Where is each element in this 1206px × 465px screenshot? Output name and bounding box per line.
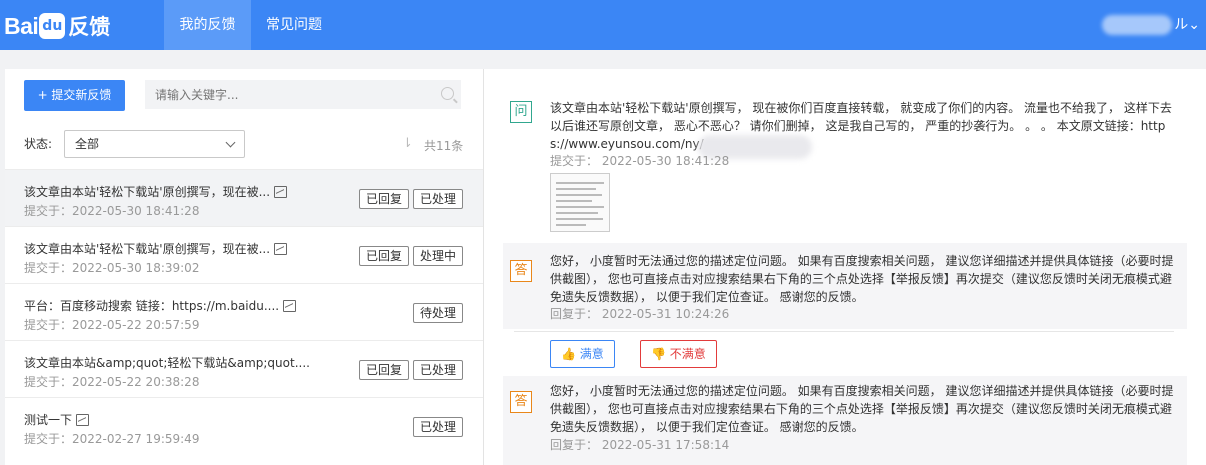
tab-my-feedback[interactable]: 我的反馈 (164, 0, 251, 50)
logo-text: Bai (4, 12, 39, 39)
image-icon (76, 414, 90, 426)
paw-icon: du (39, 13, 66, 39)
status-badge: 已处理 (412, 360, 463, 380)
list-item[interactable]: 该文章由本站'轻松下载站'原创撰写，现在被... 提交于：2022-05-30 … (5, 226, 483, 283)
answer-text: 您好， 小度暂时无法通过您的描述定位问题。 如果有百度搜索相关问题， 建议您详细… (550, 384, 1174, 434)
logo-suffix: 反馈 (68, 15, 111, 39)
top-navigation-bar: Bai du 反馈 我的反馈 常见问题 ル⌄ (0, 0, 1206, 50)
item-date: 提交于：2022-05-22 20:38:28 (24, 375, 200, 389)
feedback-list: 该文章由本站'轻松下载站'原创撰写，现在被... 提交于：2022-05-30 … (5, 169, 483, 454)
chevron-down-icon: ⌄ (1188, 17, 1200, 33)
status-badge: 已回复 (358, 360, 409, 380)
item-title: 该文章由本站'轻松下载站'原创撰写，现在被... (24, 242, 271, 256)
list-item[interactable]: 测试一下 提交于：2022-02-27 19:59:49 已处理 (5, 397, 483, 454)
question-text: 该文章由本站'轻松下载站'原创撰写， 现在被你们百度直接转载， 就变成了你们的内… (550, 101, 1172, 151)
answer-date: 回复于： 2022-05-31 10:24:26 (550, 307, 730, 321)
satisfied-label: 满意 (579, 347, 604, 361)
unsatisfied-button[interactable]: 👎 不满意 (640, 340, 717, 368)
item-title: 测试一下 (24, 413, 73, 427)
answer-date: 回复于： 2022-05-31 17:58:14 (550, 438, 730, 452)
chevron-down-icon (225, 137, 236, 148)
status-badge: 已回复 (358, 189, 409, 209)
search-icon[interactable] (441, 87, 454, 100)
user-menu[interactable]: ル⌄ (1102, 0, 1200, 50)
list-item[interactable]: 平台：百度移动搜索 链接：https://m.baidu.... 提交于：202… (5, 283, 483, 340)
item-title: 平台：百度移动搜索 链接：https://m.baidu.... (24, 299, 280, 313)
feedback-list-panel: + 提交新反馈 状态: 全部 ⇂ 共11条 该文章由本站'轻松下载站'原创撰写，… (5, 69, 484, 465)
new-feedback-button[interactable]: + 提交新反馈 (24, 80, 125, 111)
avatar (1102, 15, 1173, 35)
question-icon: 问 (510, 101, 532, 123)
tab-faq[interactable]: 常见问题 (251, 0, 337, 50)
list-item[interactable]: 该文章由本站'轻松下载站'原创撰写，现在被... 提交于：2022-05-30 … (5, 169, 483, 226)
status-value: 全部 (75, 137, 100, 151)
item-date: 提交于：2022-05-22 20:57:59 (24, 318, 200, 332)
status-badge: 已处理 (412, 189, 463, 209)
question-date: 提交于： 2022-05-30 18:41:28 (550, 154, 730, 168)
sort-icon[interactable]: ⇂ (402, 136, 413, 151)
status-label: 状态: (24, 137, 53, 151)
answer-text: 您好， 小度暂时无法通过您的描述定位问题。 如果有百度搜索相关问题， 建议您详细… (550, 254, 1174, 304)
item-date: 提交于：2022-05-30 18:41:28 (24, 204, 200, 218)
answer-icon: 答 (510, 391, 532, 413)
image-icon (274, 186, 288, 198)
baidu-feedback-logo[interactable]: Bai du 反馈 (4, 6, 110, 46)
status-badge: 已处理 (412, 417, 463, 437)
list-item[interactable]: 该文章由本站&amp;quot;轻松下载站&amp;quot.... 提交于：2… (5, 340, 483, 397)
item-title: 该文章由本站&amp;quot;轻松下载站&amp;quot.... (24, 356, 310, 370)
thumbs-down-icon: 👎 (651, 347, 670, 361)
status-select[interactable]: 全部 (64, 130, 245, 158)
image-icon (283, 300, 297, 312)
divider (514, 331, 1174, 332)
search-input[interactable] (145, 80, 461, 109)
thumbs-up-icon: 👍 (561, 347, 580, 361)
screenshot-thumbnail[interactable] (550, 173, 610, 232)
unsatisfied-label: 不满意 (669, 347, 706, 361)
item-date: 提交于：2022-02-27 19:59:49 (24, 432, 200, 446)
item-date: 提交于：2022-05-30 18:39:02 (24, 261, 200, 275)
user-name: ル (1174, 17, 1189, 33)
satisfied-button[interactable]: 👍 满意 (550, 340, 615, 368)
image-icon (274, 243, 288, 255)
total-count: 共11条 (424, 139, 464, 153)
status-badge: 待处理 (412, 303, 463, 323)
feedback-detail-panel: 问 该文章由本站'轻松下载站'原创撰写， 现在被你们百度直接转载， 就变成了你们… (484, 69, 1206, 465)
status-badge: 已回复 (358, 246, 409, 266)
answer-icon: 答 (510, 260, 532, 282)
status-badge: 处理中 (412, 246, 463, 266)
item-title: 该文章由本站'轻松下载站'原创撰写，现在被... (24, 185, 271, 199)
